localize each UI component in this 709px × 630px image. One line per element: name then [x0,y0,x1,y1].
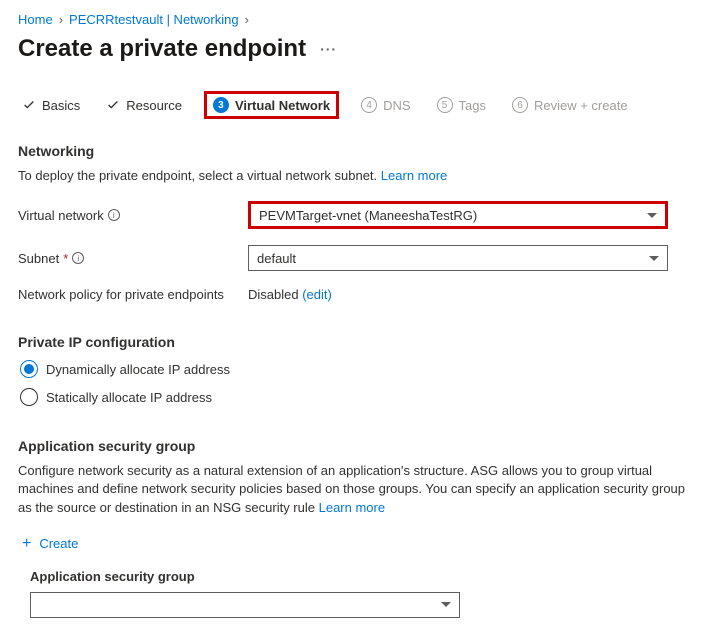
tab-label: Virtual Network [235,98,330,113]
plus-icon: + [22,535,31,553]
tab-label: Basics [42,98,80,113]
radio-icon [20,388,38,406]
tab-virtual-network[interactable]: 3 Virtual Network [204,91,339,119]
virtual-network-row: Virtual network i PEVMTarget-vnet (Manee… [18,201,691,229]
tab-tags[interactable]: 5 Tags [433,91,490,119]
select-value: PEVMTarget-vnet (ManeeshaTestRG) [259,208,477,223]
ip-config-heading: Private IP configuration [18,334,691,350]
subnet-row: Subnet* i default [18,245,691,271]
asg-field-label: Application security group [18,569,691,584]
chevron-right-icon: › [245,12,249,27]
create-asg-button[interactable]: + Create [18,535,691,553]
radio-dynamic-ip[interactable]: Dynamically allocate IP address [20,360,691,378]
breadcrumb-item[interactable]: PECRRtestvault | Networking [69,12,239,27]
step-number-icon: 4 [361,97,377,113]
tab-label: Tags [459,98,486,113]
more-menu-icon[interactable]: ··· [320,41,337,57]
tab-basics[interactable]: Basics [18,92,84,119]
info-icon[interactable]: i [72,252,84,264]
create-label: Create [39,536,78,551]
tab-dns[interactable]: 4 DNS [357,91,414,119]
page-title-text: Create a private endpoint [18,35,306,63]
wizard-tabs: Basics Resource 3 Virtual Network 4 DNS … [18,91,691,119]
chevron-right-icon: › [59,12,63,27]
tab-resource[interactable]: Resource [102,92,186,119]
asg-description: Configure network security as a natural … [18,462,691,517]
chevron-down-icon [649,256,659,261]
breadcrumb-home[interactable]: Home [18,12,53,27]
subnet-label: Subnet* i [18,251,248,266]
subnet-select[interactable]: default [248,245,668,271]
radio-static-ip[interactable]: Statically allocate IP address [20,388,691,406]
step-number-icon: 5 [437,97,453,113]
step-number-icon: 6 [512,97,528,113]
check-icon [106,98,120,112]
chevron-down-icon [647,213,657,218]
info-icon[interactable]: i [108,209,120,221]
tab-label: Review + create [534,98,628,113]
tab-review-create[interactable]: 6 Review + create [508,91,632,119]
breadcrumb: Home › PECRRtestvault | Networking › [18,12,691,27]
select-value: default [257,251,296,266]
asg-select[interactable] [30,592,460,618]
asg-heading: Application security group [18,438,691,454]
tab-label: DNS [383,98,410,113]
virtual-network-label: Virtual network i [18,208,248,223]
page-title: Create a private endpoint ··· [18,35,691,63]
radio-label: Statically allocate IP address [46,390,212,405]
step-number-icon: 3 [213,97,229,113]
learn-more-link[interactable]: Learn more [319,500,385,515]
radio-icon [20,360,38,378]
check-icon [22,98,36,112]
network-policy-value: Disabled (edit) [248,287,332,302]
network-policy-label: Network policy for private endpoints [18,287,248,302]
virtual-network-select[interactable]: PEVMTarget-vnet (ManeeshaTestRG) [248,201,668,229]
edit-link[interactable]: (edit) [302,287,332,302]
chevron-down-icon [441,602,451,607]
tab-label: Resource [126,98,182,113]
learn-more-link[interactable]: Learn more [381,168,447,183]
radio-label: Dynamically allocate IP address [46,362,230,377]
networking-description: To deploy the private endpoint, select a… [18,167,691,185]
networking-heading: Networking [18,143,691,159]
network-policy-row: Network policy for private endpoints Dis… [18,287,691,302]
